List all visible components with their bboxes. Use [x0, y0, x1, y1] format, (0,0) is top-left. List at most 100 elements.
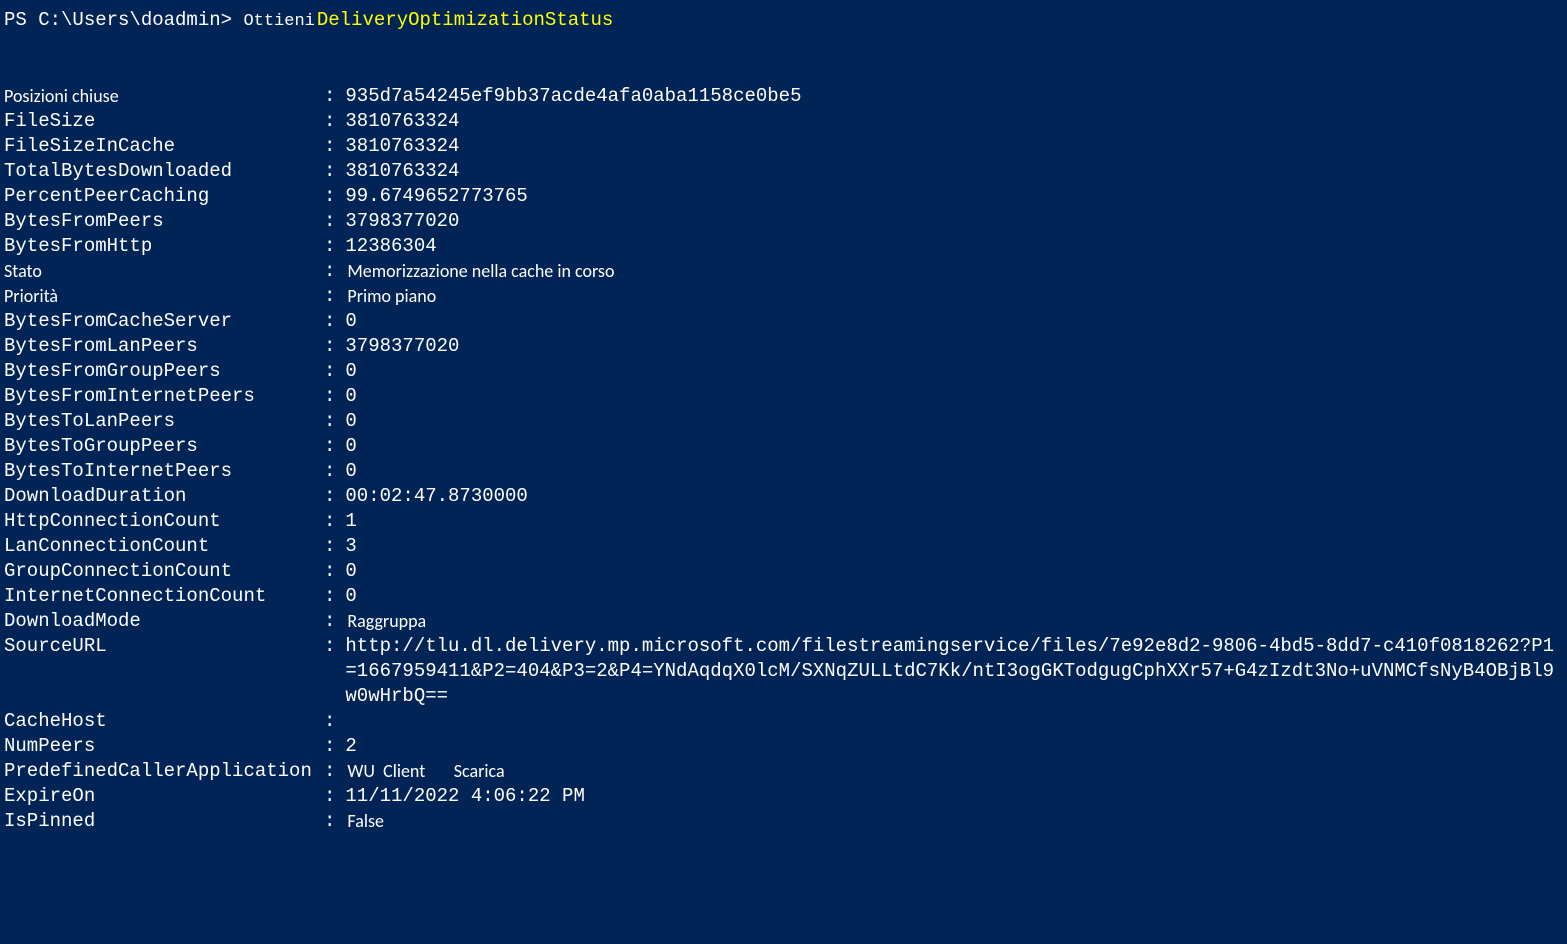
field-separator: :: [324, 284, 345, 309]
field-separator: :: [324, 84, 345, 109]
field-label: BytesFromPeers: [4, 209, 324, 234]
field-value: 99.6749652773765: [345, 184, 1563, 209]
field-value: 1: [345, 509, 1563, 534]
field-separator: :: [324, 159, 345, 184]
field-separator: :: [324, 734, 345, 759]
output-row: Priorità:Primo piano: [4, 284, 1563, 309]
output-row: DownloadMode:Raggruppa: [4, 609, 1563, 634]
field-label: BytesToGroupPeers: [4, 434, 324, 459]
field-label: BytesToLanPeers: [4, 409, 324, 434]
prompt-command-verb: Ottieni: [243, 9, 314, 34]
field-label: PercentPeerCaching: [4, 184, 324, 209]
field-value: 3810763324: [345, 109, 1563, 134]
output-row: ExpireOn:11/11/2022 4:06:22 PM: [4, 784, 1563, 809]
field-label: BytesFromCacheServer: [4, 309, 324, 334]
field-value: 11/11/2022 4:06:22 PM: [345, 784, 1563, 809]
field-separator: :: [324, 584, 345, 609]
field-value: 3810763324: [345, 134, 1563, 159]
output-row: FileSize:3810763324: [4, 109, 1563, 134]
field-label: FileSize: [4, 109, 324, 134]
output-row: BytesFromCacheServer:0: [4, 309, 1563, 334]
output-row: GroupConnectionCount:0: [4, 559, 1563, 584]
prompt-prefix: PS C:\Users\doadmin>: [4, 8, 243, 33]
output-row: SourceURL:http://tlu.dl.delivery.mp.micr…: [4, 634, 1563, 709]
field-label: Stato: [4, 259, 324, 284]
output-row: LanConnectionCount:3: [4, 534, 1563, 559]
output-container: Posizioni chiuse:935d7a54245ef9bb37acde4…: [4, 84, 1563, 834]
field-label: FileSizeInCache: [4, 134, 324, 159]
field-value: 00:02:47.8730000: [345, 484, 1563, 509]
field-separator: :: [324, 759, 345, 784]
field-label: BytesFromHttp: [4, 234, 324, 259]
output-row: BytesFromLanPeers:3798377020: [4, 334, 1563, 359]
field-label: TotalBytesDownloaded: [4, 159, 324, 184]
field-separator: :: [324, 809, 345, 834]
field-label: BytesFromInternetPeers: [4, 384, 324, 409]
field-separator: :: [324, 784, 345, 809]
output-row: CacheHost:: [4, 709, 1563, 734]
field-label: BytesFromLanPeers: [4, 334, 324, 359]
output-row: TotalBytesDownloaded:3810763324: [4, 159, 1563, 184]
field-label: BytesFromGroupPeers: [4, 359, 324, 384]
field-separator: :: [324, 109, 345, 134]
field-value: 0: [345, 309, 1563, 334]
field-value: 3798377020: [345, 209, 1563, 234]
field-value: False: [345, 809, 1563, 834]
field-label: Priorità: [4, 284, 324, 309]
field-separator: :: [324, 559, 345, 584]
field-label: BytesToInternetPeers: [4, 459, 324, 484]
field-separator: :: [324, 384, 345, 409]
field-label: PredefinedCallerApplication: [4, 759, 324, 784]
field-separator: :: [324, 134, 345, 159]
prompt-line: PS C:\Users\doadmin> Ottieni DeliveryOpt…: [4, 8, 1563, 34]
field-label: DownloadMode: [4, 609, 324, 634]
field-label: CacheHost: [4, 709, 324, 734]
field-label: GroupConnectionCount: [4, 559, 324, 584]
field-label: HttpConnectionCount: [4, 509, 324, 534]
output-row: BytesFromHttp:12386304: [4, 234, 1563, 259]
field-label: InternetConnectionCount: [4, 584, 324, 609]
field-separator: :: [324, 184, 345, 209]
output-row: BytesFromGroupPeers:0: [4, 359, 1563, 384]
output-row: PredefinedCallerApplication:WU Client Sc…: [4, 759, 1563, 784]
field-label: ExpireOn: [4, 784, 324, 809]
field-separator: :: [324, 459, 345, 484]
field-value: Raggruppa: [345, 609, 1563, 634]
output-row: BytesToInternetPeers:0: [4, 459, 1563, 484]
field-value: 935d7a54245ef9bb37acde4afa0aba1158ce0be5: [345, 84, 1563, 109]
field-value: 3798377020: [345, 334, 1563, 359]
field-label: Posizioni chiuse: [4, 84, 324, 109]
field-separator: :: [324, 359, 345, 384]
field-separator: :: [324, 434, 345, 459]
field-value: 0: [345, 409, 1563, 434]
field-value: http://tlu.dl.delivery.mp.microsoft.com/…: [345, 634, 1563, 709]
field-separator: :: [324, 259, 345, 284]
output-row: IsPinned:False: [4, 809, 1563, 834]
field-value: 12386304: [345, 234, 1563, 259]
output-row: Stato:Memorizzazione nella cache in cors…: [4, 259, 1563, 284]
field-separator: :: [324, 709, 345, 734]
field-value: WU Client Scarica: [345, 759, 1563, 784]
prompt-command-name: DeliveryOptimizationStatus: [317, 8, 613, 33]
output-row: BytesFromInternetPeers:0: [4, 384, 1563, 409]
field-value: 3: [345, 534, 1563, 559]
field-value: 2: [345, 734, 1563, 759]
field-separator: :: [324, 484, 345, 509]
output-row: PercentPeerCaching:99.6749652773765: [4, 184, 1563, 209]
output-row: NumPeers:2: [4, 734, 1563, 759]
field-value: Memorizzazione nella cache in corso: [345, 259, 1563, 284]
field-separator: :: [324, 234, 345, 259]
output-row: HttpConnectionCount:1: [4, 509, 1563, 534]
field-separator: :: [324, 209, 345, 234]
field-separator: :: [324, 334, 345, 359]
field-separator: :: [324, 309, 345, 334]
field-separator: :: [324, 509, 345, 534]
field-value: 3810763324: [345, 159, 1563, 184]
field-value: 0: [345, 434, 1563, 459]
output-row: Posizioni chiuse:935d7a54245ef9bb37acde4…: [4, 84, 1563, 109]
field-value: 0: [345, 384, 1563, 409]
field-separator: :: [324, 409, 345, 434]
output-row: DownloadDuration:00:02:47.8730000: [4, 484, 1563, 509]
field-label: SourceURL: [4, 634, 324, 659]
field-value: Primo piano: [345, 284, 1563, 309]
